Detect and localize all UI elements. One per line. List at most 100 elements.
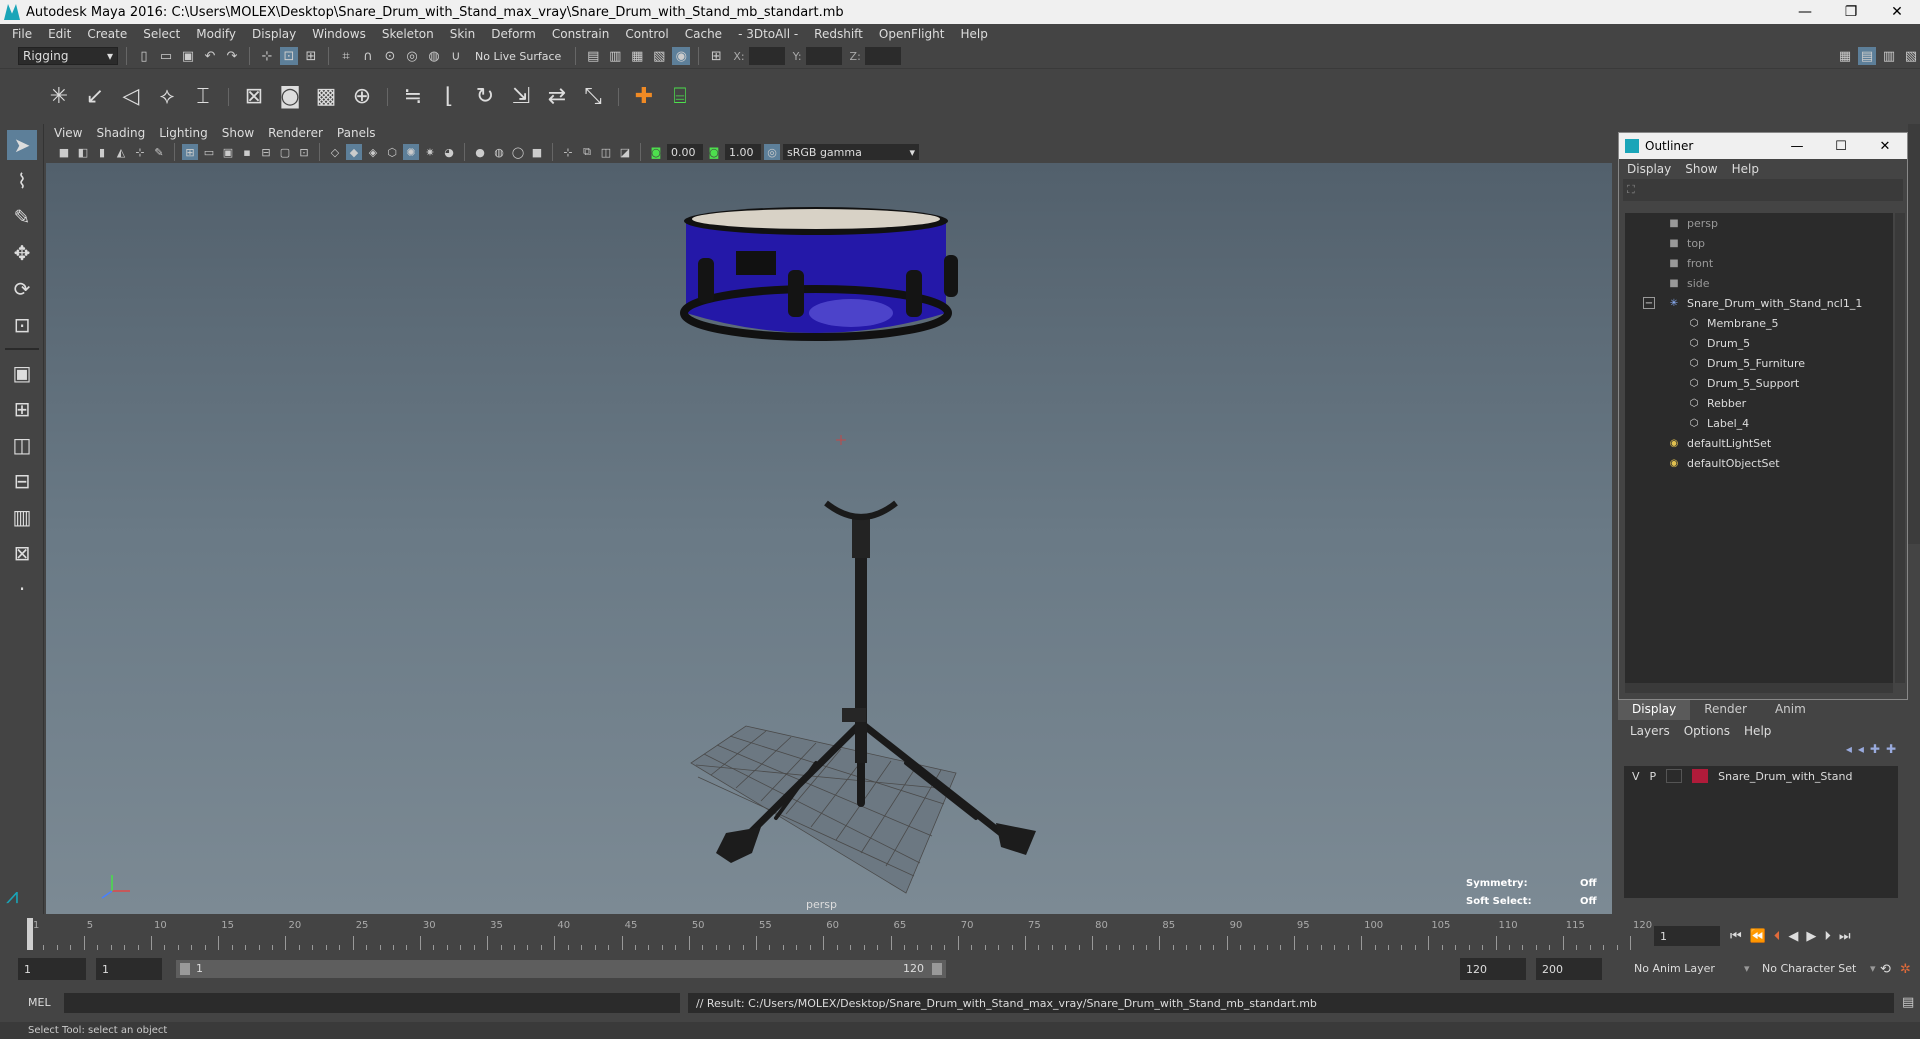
current-frame-field[interactable]: 1: [1654, 926, 1720, 946]
playback-start-field[interactable]: 1: [96, 958, 162, 980]
gamma-icon[interactable]: ◙: [706, 144, 722, 160]
layer-menu-options[interactable]: Options: [1684, 724, 1730, 738]
current-time-marker[interactable]: [27, 918, 33, 950]
menu-control[interactable]: Control: [617, 27, 676, 41]
attribute-editor-toggle-icon[interactable]: ▤: [1858, 47, 1876, 65]
auto-key-icon[interactable]: ⟲: [1880, 962, 1891, 977]
character-set-dropdown[interactable]: No Character Set: [1762, 962, 1856, 975]
menu-openflight[interactable]: OpenFlight: [871, 27, 953, 41]
menu-redshift[interactable]: Redshift: [806, 27, 871, 41]
render-frame-icon[interactable]: ▥: [606, 47, 624, 65]
hypershade-icon[interactable]: ◉: [672, 47, 691, 65]
outliner-item-default-light-set[interactable]: ◉ defaultLightSet: [1625, 433, 1893, 453]
select-component-icon[interactable]: ⊞: [302, 47, 320, 65]
set-key-icon[interactable]: ⌸: [665, 82, 695, 112]
tab-render[interactable]: Render: [1690, 700, 1761, 720]
snap-grid-icon[interactable]: ⌗: [337, 47, 355, 65]
outliner-vertical-scrollbar[interactable]: [1895, 213, 1905, 683]
menu-create[interactable]: Create: [79, 27, 135, 41]
live-surface-label[interactable]: No Live Surface: [469, 47, 567, 65]
script-editor-icon[interactable]: ▤: [1902, 995, 1914, 1010]
isolate-select-icon[interactable]: ■: [529, 144, 545, 160]
outliner-item-rebber[interactable]: ⬡ Rebber: [1625, 393, 1893, 413]
layer-menu-help[interactable]: Help: [1744, 724, 1771, 738]
menu-deform[interactable]: Deform: [483, 27, 544, 41]
single-perspective-layout-icon[interactable]: ▣: [7, 358, 37, 388]
go-to-end-icon[interactable]: ⏭: [1839, 929, 1851, 944]
script-language-label[interactable]: MEL: [28, 996, 51, 1009]
snap-curve-icon[interactable]: ∩: [359, 47, 377, 65]
use-all-lights-icon[interactable]: ✺: [403, 144, 419, 160]
animation-start-field[interactable]: 1: [18, 958, 86, 980]
menu-help[interactable]: Help: [952, 27, 995, 41]
undo-icon[interactable]: ↶: [201, 47, 219, 65]
panel-menu-lighting[interactable]: Lighting: [159, 126, 208, 140]
select-tool-icon[interactable]: ➤: [7, 130, 37, 160]
smooth-shade-icon[interactable]: ◆: [346, 144, 362, 160]
cluster-icon[interactable]: ⊕: [347, 82, 377, 112]
layer-playback-toggle[interactable]: P: [1650, 770, 1657, 783]
move-layer-down-icon[interactable]: ◂: [1858, 742, 1864, 764]
orient-constraint-icon[interactable]: ⇲: [506, 82, 536, 112]
exposure-icon[interactable]: ◙: [648, 144, 664, 160]
blend-shape-icon[interactable]: ≒: [398, 82, 428, 112]
color-management-icon[interactable]: ◎: [764, 144, 780, 160]
ik-spline-icon[interactable]: ◁: [116, 82, 146, 112]
menu-file[interactable]: File: [4, 27, 40, 41]
more-layouts-icon[interactable]: ·: [7, 574, 37, 604]
xray-active-icon[interactable]: ◫: [598, 144, 614, 160]
tool-settings-toggle-icon[interactable]: ▥: [1880, 47, 1898, 65]
screen-space-ao-icon[interactable]: ◕: [441, 144, 457, 160]
time-slider[interactable]: 1 5 10 15 20 25 30 35 40 45 50 55 60 65 70 75 80 85 90 95 10…: [20, 918, 1652, 950]
snap-surface-icon[interactable]: ◍: [425, 47, 443, 65]
command-input[interactable]: [64, 993, 680, 1013]
persp-outliner-layout-icon[interactable]: ◫: [7, 430, 37, 460]
outliner-item-label[interactable]: ⬡ Label_4: [1625, 413, 1893, 433]
grease-pencil-icon[interactable]: ✎: [151, 144, 167, 160]
outliner-menu-help[interactable]: Help: [1732, 162, 1759, 176]
redo-icon[interactable]: ↷: [223, 47, 241, 65]
new-scene-icon[interactable]: ▯: [135, 47, 153, 65]
tab-display[interactable]: Display: [1618, 700, 1691, 720]
point-constraint-icon[interactable]: ↻: [470, 82, 500, 112]
outliner-item-front[interactable]: ■ front: [1625, 253, 1893, 273]
xray-joints-icon[interactable]: ⧉: [579, 144, 595, 160]
perspective-viewport[interactable]: Symmetry: Off Soft Select: Off persp: [46, 163, 1612, 914]
menu-3dtoall[interactable]: - 3DtoAll -: [730, 27, 806, 41]
outliner-menu-display[interactable]: Display: [1627, 162, 1671, 176]
wireframe-icon[interactable]: ◇: [327, 144, 343, 160]
step-forward-key-icon[interactable]: ⏵: [1824, 929, 1831, 944]
four-view-layout-icon[interactable]: ⊞: [7, 394, 37, 424]
ik-handle-icon[interactable]: ↙: [80, 82, 110, 112]
step-back-key-icon[interactable]: ⏴: [1774, 929, 1781, 944]
aim-constraint-icon[interactable]: ⤡: [578, 82, 608, 112]
anim-layer-dropdown[interactable]: No Anim Layer: [1634, 962, 1715, 975]
magnet-icon[interactable]: ∪: [447, 47, 465, 65]
outliner-item-top[interactable]: ■ top: [1625, 233, 1893, 253]
move-layer-up-icon[interactable]: ◂: [1846, 742, 1852, 764]
multisample-aa-icon[interactable]: ◍: [491, 144, 507, 160]
custom-layout-icon[interactable]: ⊠: [7, 538, 37, 568]
lasso-tool-icon[interactable]: ⌇: [7, 166, 37, 196]
play-backward-icon[interactable]: ◀: [1788, 929, 1798, 944]
paint-select-tool-icon[interactable]: ✎: [7, 202, 37, 232]
select-hierarchy-icon[interactable]: ⊹: [258, 47, 276, 65]
layer-color-swatch[interactable]: [1692, 769, 1709, 783]
outliner-item-default-object-set[interactable]: ◉ defaultObjectSet: [1625, 453, 1893, 473]
outliner-item-drum[interactable]: ⬡ Drum_5: [1625, 333, 1893, 353]
layer-row[interactable]: V P Snare_Drum_with_Stand: [1624, 766, 1898, 786]
render-settings-icon[interactable]: ▧: [650, 47, 668, 65]
panel-menu-panels[interactable]: Panels: [337, 126, 376, 140]
collapse-icon[interactable]: −: [1643, 297, 1655, 309]
y-field[interactable]: [805, 47, 842, 65]
menu-skeleton[interactable]: Skeleton: [374, 27, 442, 41]
gamma-field[interactable]: 1.00: [725, 144, 761, 160]
snap-point-icon[interactable]: ⊙: [381, 47, 399, 65]
motion-blur-icon[interactable]: ●: [472, 144, 488, 160]
go-to-start-icon[interactable]: ⏮: [1730, 929, 1742, 944]
paint-weights-icon[interactable]: ◙: [275, 82, 305, 112]
save-scene-icon[interactable]: ▣: [179, 47, 197, 65]
bookmark-icon[interactable]: ▮: [94, 144, 110, 160]
playback-end-field[interactable]: 120: [1460, 958, 1526, 980]
menu-windows[interactable]: Windows: [304, 27, 374, 41]
